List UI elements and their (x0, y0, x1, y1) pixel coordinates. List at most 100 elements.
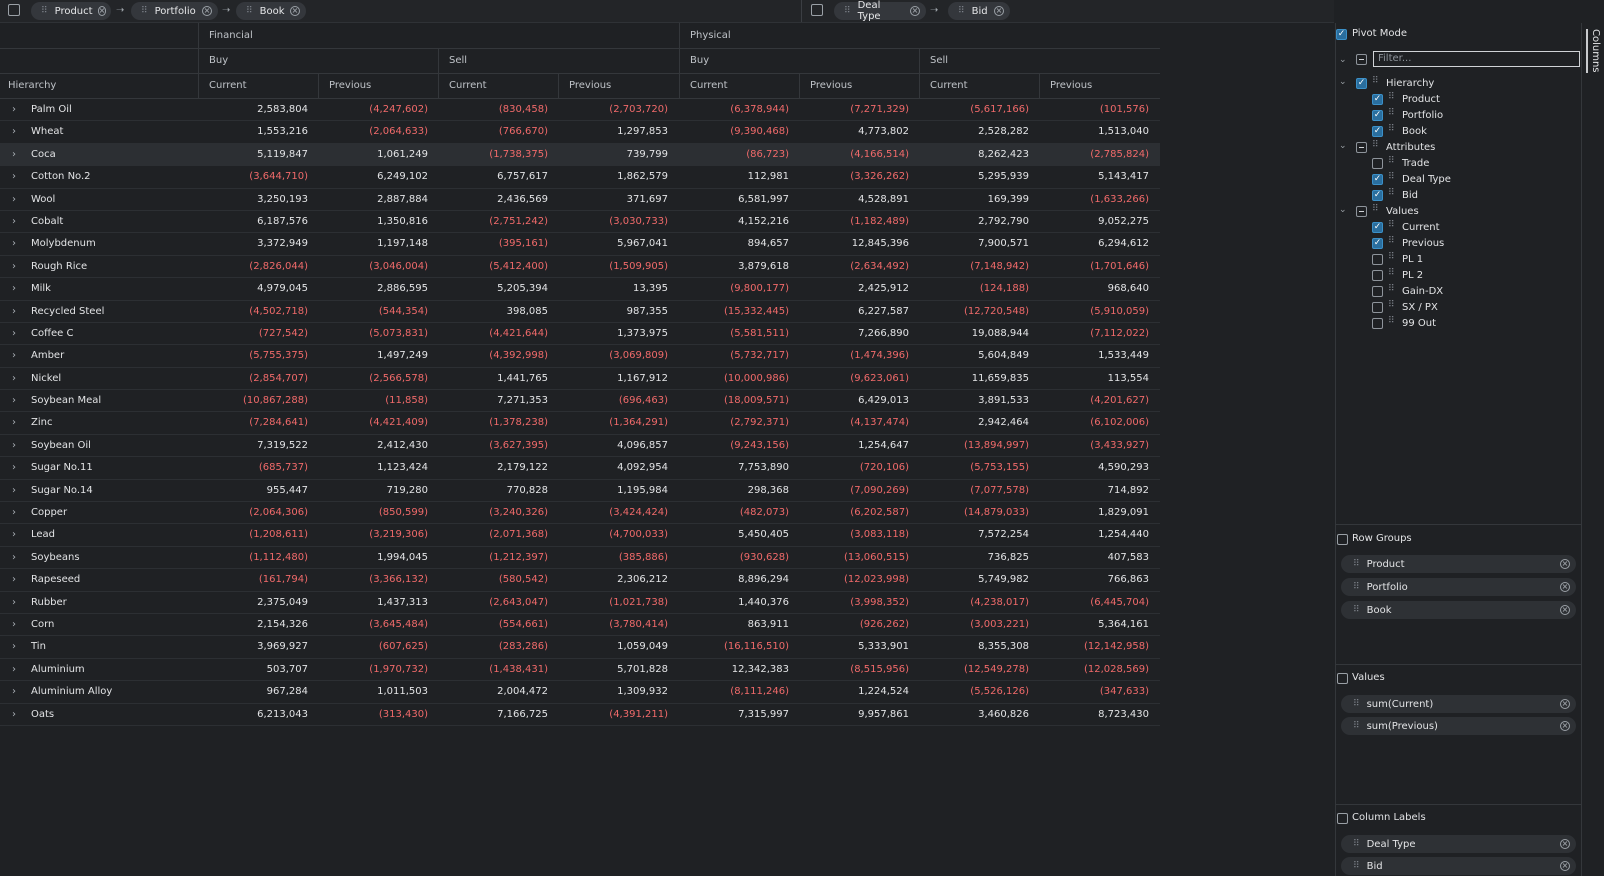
value-cell[interactable]: (3,424,424) (558, 502, 678, 524)
value-cell[interactable]: 2,942,464 (919, 412, 1039, 434)
row-group-cell[interactable]: › Rapeseed (0, 569, 198, 591)
table-row[interactable]: › Corn 2,154,326 (3,645,484) (554,661) (3,780… (0, 614, 1160, 637)
value-cell[interactable]: 1,862,579 (558, 166, 678, 188)
value-cell[interactable]: 7,900,571 (919, 233, 1039, 255)
column-checkbox[interactable]: ✓ (1372, 190, 1383, 201)
value-cell[interactable]: (8,111,246) (679, 681, 799, 703)
drag-handle-icon[interactable]: ⠿ (1388, 300, 1395, 310)
value-cell[interactable]: (6,102,006) (1039, 412, 1159, 434)
value-cell[interactable]: (3,998,352) (799, 592, 919, 614)
drag-handle-icon[interactable]: ⠿ (1388, 108, 1395, 118)
value-cell[interactable]: (4,421,644) (438, 323, 558, 345)
value-cell[interactable]: (2,826,044) (198, 256, 318, 278)
value-cell[interactable]: 2,792,790 (919, 211, 1039, 233)
expand-chevron-icon[interactable]: › (12, 368, 16, 390)
value-cell[interactable]: (3,069,809) (558, 345, 678, 367)
table-row[interactable]: › Palm Oil 2,583,804 (4,247,602) (830,458) (2… (0, 99, 1160, 122)
value-cell[interactable]: 7,266,890 (799, 323, 919, 345)
table-row[interactable]: › Zinc (7,284,641) (4,421,409) (1,378,238) (1… (0, 412, 1160, 435)
value-cell[interactable]: (3,003,221) (919, 614, 1039, 636)
value-cell[interactable]: (283,286) (438, 636, 558, 658)
column-checkbox[interactable]: ✓ (1372, 126, 1383, 137)
expand-chevron-icon[interactable]: › (12, 614, 16, 636)
value-cell[interactable]: (1,509,905) (558, 256, 678, 278)
value-cell[interactable]: (4,166,514) (799, 144, 919, 166)
value-cell[interactable]: (1,701,646) (1039, 256, 1159, 278)
value-cell[interactable]: (15,332,445) (679, 301, 799, 323)
value-cell[interactable]: 1,061,249 (318, 144, 438, 166)
value-cell[interactable]: (926,262) (799, 614, 919, 636)
value-cell[interactable]: (4,238,017) (919, 592, 1039, 614)
value-cell[interactable]: 1,224,524 (799, 681, 919, 703)
column-checkbox[interactable] (1372, 302, 1383, 313)
value-cell[interactable]: 5,749,982 (919, 569, 1039, 591)
value-cell[interactable]: (1,474,396) (799, 345, 919, 367)
value-cell[interactable]: 7,319,522 (198, 435, 318, 457)
value-cell[interactable]: (2,064,306) (198, 502, 318, 524)
value-cell[interactable]: 3,250,193 (198, 189, 318, 211)
value-cell[interactable]: (3,644,710) (198, 166, 318, 188)
column-tree-item[interactable]: Hierarchy (1386, 76, 1434, 92)
value-cell[interactable]: 5,295,939 (919, 166, 1039, 188)
expand-chevron-icon[interactable]: › (12, 524, 16, 546)
expand-chevron-icon[interactable]: › (12, 390, 16, 412)
value-cell[interactable]: (3,030,733) (558, 211, 678, 233)
column-filter-input[interactable]: Filter... (1373, 51, 1580, 67)
value-cell[interactable]: (1,021,738) (558, 592, 678, 614)
value-cell[interactable]: (1,364,291) (558, 412, 678, 434)
value-cell[interactable]: 5,143,417 (1039, 166, 1159, 188)
table-row[interactable]: › Nickel (2,854,707) (2,566,578) 1,441,765 1,… (0, 368, 1160, 391)
value-cell[interactable]: 1,011,503 (318, 681, 438, 703)
table-row[interactable]: › Soybean Oil 7,319,522 2,412,430 (3,627,395… (0, 435, 1160, 458)
value-cell[interactable]: (3,366,132) (318, 569, 438, 591)
column-tree-item[interactable]: Bid (1402, 188, 1418, 204)
toolbar-chip-product[interactable]: ⠿ Product × (31, 2, 111, 20)
table-row[interactable]: › Lead (1,208,611) (3,219,306) (2,071,368) (4… (0, 524, 1160, 547)
header-financial-buy[interactable]: Buy (198, 49, 438, 73)
value-cell[interactable]: (12,720,548) (919, 301, 1039, 323)
value-cell[interactable]: 967,284 (198, 681, 318, 703)
value-cell[interactable]: 5,701,828 (558, 659, 678, 681)
value-cell[interactable]: 6,757,617 (438, 166, 558, 188)
column-checkbox[interactable]: ✓ (1372, 222, 1383, 233)
header-financial[interactable]: Financial (198, 23, 679, 48)
value-cell[interactable]: 2,179,122 (438, 457, 558, 479)
value-cell[interactable]: (830,458) (438, 99, 558, 121)
expand-chevron-icon[interactable]: › (12, 278, 16, 300)
value-cell[interactable]: (1,738,375) (438, 144, 558, 166)
value-cell[interactable]: 8,723,430 (1039, 704, 1159, 726)
value-cell[interactable]: (544,354) (318, 301, 438, 323)
column-tree-item[interactable]: Product (1402, 92, 1440, 108)
value-cell[interactable]: (766,670) (438, 121, 558, 143)
value-cell[interactable]: (4,502,718) (198, 301, 318, 323)
value-cell[interactable]: (9,800,177) (679, 278, 799, 300)
drag-handle-icon[interactable]: ⠿ (141, 6, 148, 16)
value-cell[interactable]: 2,528,282 (919, 121, 1039, 143)
table-row[interactable]: › Coffee C (727,542) (5,073,831) (4,421,644)… (0, 323, 1160, 346)
value-cell[interactable]: 1,553,216 (198, 121, 318, 143)
value-cell[interactable]: 6,187,576 (198, 211, 318, 233)
value-cell[interactable]: 19,088,944 (919, 323, 1039, 345)
header-physical-sell[interactable]: Sell (919, 49, 1160, 73)
value-cell[interactable]: (1,970,732) (318, 659, 438, 681)
expand-chevron-icon[interactable]: › (12, 301, 16, 323)
value-cell[interactable]: 6,294,612 (1039, 233, 1159, 255)
value-cell[interactable]: (2,785,824) (1039, 144, 1159, 166)
value-cell[interactable]: 2,583,804 (198, 99, 318, 121)
value-cell[interactable]: (4,201,627) (1039, 390, 1159, 412)
header-physical-buy[interactable]: Buy (679, 49, 919, 73)
drag-handle-icon[interactable]: ⠿ (1372, 76, 1379, 86)
value-cell[interactable]: (607,625) (318, 636, 438, 658)
pivot-mode-checkbox[interactable]: ✓ (1336, 29, 1347, 40)
table-row[interactable]: › Molybdenum 3,372,949 1,197,148 (395,161) 5,… (0, 233, 1160, 256)
remove-icon[interactable]: × (1560, 861, 1570, 871)
table-row[interactable]: › Wheat 1,553,216 (2,064,633) (766,670) 1,297… (0, 121, 1160, 144)
value-cell[interactable]: 298,368 (679, 480, 799, 502)
value-cell[interactable]: 4,590,293 (1039, 457, 1159, 479)
column-tree-item[interactable]: Trade (1402, 156, 1429, 172)
drag-handle-icon[interactable]: ⠿ (1353, 839, 1360, 849)
column-checkbox[interactable] (1372, 270, 1383, 281)
remove-icon[interactable]: × (1560, 699, 1570, 709)
column-checkbox[interactable]: ✓ (1372, 238, 1383, 249)
remove-icon[interactable]: × (290, 6, 300, 16)
